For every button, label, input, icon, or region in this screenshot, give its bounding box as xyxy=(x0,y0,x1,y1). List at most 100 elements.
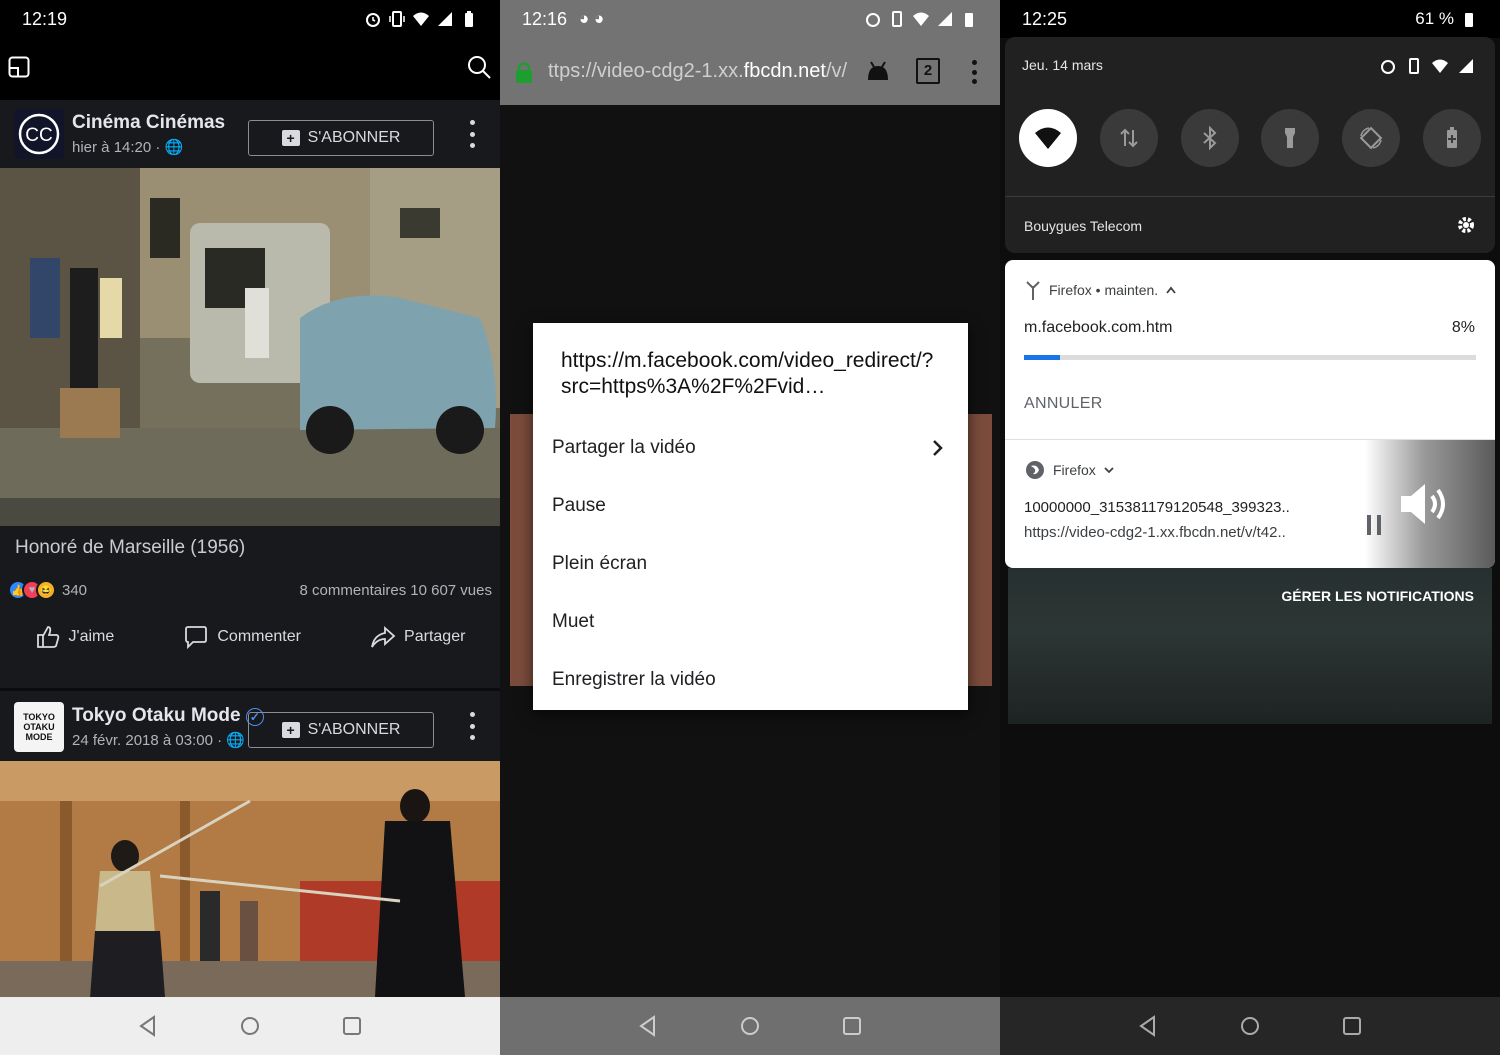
browser-menu-icon[interactable] xyxy=(972,60,978,84)
page-name[interactable]: Cinéma Cinémas xyxy=(72,112,225,134)
qs-date[interactable]: Jeu. 14 mars xyxy=(1022,57,1103,73)
recents-icon[interactable] xyxy=(1336,1010,1368,1042)
avatar[interactable]: CC xyxy=(14,109,64,159)
street-scene-image xyxy=(0,168,500,526)
like-button[interactable]: J'aime xyxy=(35,624,114,650)
post-divider xyxy=(0,688,500,691)
facebook-top-bar xyxy=(0,38,500,100)
fb-menu-icon[interactable] xyxy=(8,56,30,78)
signal-icon xyxy=(938,12,952,26)
data-transfer-icon xyxy=(1120,128,1138,148)
download-progress-bar xyxy=(1024,355,1476,360)
battery-saver-icon xyxy=(1446,127,1457,148)
post-actions: J'aime Commenter Partager xyxy=(0,620,500,654)
post-options-icon[interactable] xyxy=(468,120,476,148)
search-icon[interactable] xyxy=(466,54,492,80)
thumbs-up-icon xyxy=(36,626,59,648)
recents-icon[interactable] xyxy=(836,1010,868,1042)
status-time: 12:25 xyxy=(1022,8,1068,29)
android-icon[interactable] xyxy=(866,60,890,82)
alarm-icon xyxy=(1381,60,1395,74)
battery-icon xyxy=(465,11,473,27)
url-text[interactable]: ttps://video-cdg2-1.xx.fbcdn.net/v/ xyxy=(548,60,848,83)
system-navigation-bar xyxy=(0,997,500,1055)
quick-settings-panel: Jeu. 14 mars Bouygues Telecom xyxy=(1005,37,1495,253)
firefox-icon xyxy=(1026,461,1044,479)
system-navigation-bar xyxy=(500,997,1000,1055)
back-icon[interactable] xyxy=(632,1010,664,1042)
subscribe-button[interactable]: + S'ABONNER xyxy=(248,120,434,156)
auto-rotate-tile[interactable] xyxy=(1342,109,1401,167)
cancel-download-button[interactable]: ANNULER xyxy=(1024,395,1103,413)
post-timestamp: hier à 14:20 · 🌐 xyxy=(72,139,184,156)
menu-item-mute[interactable]: Muet xyxy=(533,593,968,651)
gear-icon[interactable] xyxy=(1456,215,1476,235)
cinema-cinemas-logo: CC xyxy=(18,113,60,155)
mobile-data-tile[interactable] xyxy=(1099,109,1158,167)
download-notification-header[interactable]: Firefox • mainten. xyxy=(1025,280,1176,300)
wifi-status-icon xyxy=(913,12,929,26)
media-title: 10000000_315381179120548_399323.. xyxy=(1024,499,1290,516)
post-header: CC Cinéma Cinémas hier à 14:20 · 🌐 + S'A… xyxy=(0,100,500,168)
menu-item-pause[interactable]: Pause xyxy=(533,477,968,535)
comments-count[interactable]: 8 commentaires xyxy=(300,582,407,599)
alarm-icon xyxy=(866,13,880,27)
context-menu-url: https://m.facebook.com/video_redirect/?s… xyxy=(561,349,934,398)
signal-icon xyxy=(1459,59,1473,73)
haha-reaction-icon: 😆 xyxy=(36,580,56,600)
status-icons: 61 % xyxy=(1415,9,1478,29)
page-name[interactable]: Tokyo Otaku Mode ✓ xyxy=(72,705,264,727)
comment-button[interactable]: Commenter xyxy=(183,624,301,650)
battery-icon xyxy=(965,13,973,27)
menu-item-share-video[interactable]: Partager la vidéo xyxy=(533,419,968,477)
status-bar: 12:25 61 % xyxy=(1000,0,1500,38)
share-button[interactable]: Partager xyxy=(370,624,465,650)
pause-icon[interactable] xyxy=(1367,515,1381,535)
auto-rotate-icon xyxy=(1359,126,1383,150)
post-header: TOKYO OTAKU MODE Tokyo Otaku Mode ✓ 24 f… xyxy=(0,694,500,760)
status-bar: 12:16 ◕ ◕ xyxy=(500,0,1000,38)
battery-icon xyxy=(1465,13,1473,27)
media-artwork xyxy=(1365,440,1495,568)
chevron-down-icon xyxy=(1104,467,1114,474)
context-menu: https://m.facebook.com/video_redirect/?s… xyxy=(533,323,968,710)
post-stats: 👍 ♥ 😆 340 8 commentaires 10 607 vues xyxy=(8,578,492,602)
avatar[interactable]: TOKYO OTAKU MODE xyxy=(14,702,64,752)
reactions-count[interactable]: 340 xyxy=(62,582,87,599)
media-url: https://video-cdg2-1.xx.fbcdn.net/v/t42.… xyxy=(1024,524,1286,541)
qs-divider xyxy=(1005,196,1495,197)
facebook-app-panel: 12:19 CC Cinéma Cinémas hier à 14:20 · 🌐… xyxy=(0,0,500,1055)
bluetooth-tile[interactable] xyxy=(1180,109,1239,167)
notification-shade-panel: 12:25 61 % Jeu. 14 mars Bouygues Telecom… xyxy=(1000,0,1500,1055)
home-icon[interactable] xyxy=(1234,1010,1266,1042)
video-thumbnail[interactable] xyxy=(0,761,500,997)
media-notification-header[interactable]: Firefox xyxy=(1025,460,1114,480)
chevron-up-icon xyxy=(1166,286,1176,294)
back-icon[interactable] xyxy=(1132,1010,1164,1042)
back-icon[interactable] xyxy=(132,1010,164,1042)
wifi-tile[interactable] xyxy=(1019,109,1077,167)
menu-item-fullscreen[interactable]: Plein écran xyxy=(533,535,968,593)
video-thumbnail[interactable] xyxy=(0,168,500,526)
globe-icon: 🌐 xyxy=(226,732,245,749)
recents-icon[interactable] xyxy=(336,1010,368,1042)
speaker-icon xyxy=(1401,484,1445,524)
post-timestamp: 24 févr. 2018 à 03:00 · 🌐 xyxy=(72,732,245,749)
menu-item-save-video[interactable]: Enregistrer la vidéo xyxy=(533,651,968,709)
home-icon[interactable] xyxy=(734,1010,766,1042)
flashlight-tile[interactable] xyxy=(1261,109,1320,167)
vibrate-icon xyxy=(1409,58,1419,74)
url-bar[interactable]: ttps://video-cdg2-1.xx.fbcdn.net/v/ 2 xyxy=(500,38,1000,105)
video-title: Honoré de Marseille (1956) xyxy=(15,537,246,558)
status-icons xyxy=(364,10,478,28)
manage-notifications-button[interactable]: GÉRER LES NOTIFICATIONS xyxy=(1281,588,1474,604)
lock-icon xyxy=(516,61,532,83)
carrier-name: Bouygues Telecom xyxy=(1024,218,1143,234)
home-icon[interactable] xyxy=(234,1010,266,1042)
views-count: 10 607 vues xyxy=(410,581,492,599)
system-navigation-bar xyxy=(1000,997,1500,1055)
tab-counter[interactable]: 2 xyxy=(916,58,940,84)
post-options-icon[interactable] xyxy=(468,712,476,740)
battery-saver-tile[interactable] xyxy=(1422,109,1481,167)
subscribe-button[interactable]: + S'ABONNER xyxy=(248,712,434,748)
